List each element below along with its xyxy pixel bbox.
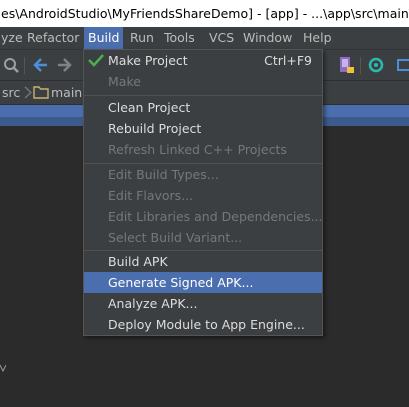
sync-gradle-icon[interactable] bbox=[367, 56, 385, 74]
menu-item-label: Edit Flavors... bbox=[108, 188, 194, 203]
menu-item-label: Make Project bbox=[108, 53, 188, 68]
window-title: es\AndroidStudio\MyFriendsShareDemo] - [… bbox=[1, 6, 409, 21]
menu-item-make-project[interactable]: Make Project Ctrl+F9 bbox=[84, 50, 322, 71]
toolbar-separator bbox=[360, 57, 361, 74]
menu-item-label: Refresh Linked C++ Projects bbox=[108, 142, 287, 157]
window-title-bar: es\AndroidStudio\MyFriendsShareDemo] - [… bbox=[0, 0, 409, 27]
editor-edge-glyph bbox=[0, 364, 6, 372]
menu-item-label: Clean Project bbox=[108, 100, 191, 115]
menu-vcs[interactable]: VCS bbox=[205, 27, 238, 49]
menu-item-deploy-app-engine[interactable]: Deploy Module to App Engine... bbox=[84, 314, 322, 335]
menu-item-label: Generate Signed APK... bbox=[108, 275, 254, 290]
breadcrumb-src[interactable]: src bbox=[2, 81, 20, 104]
chevron-right-icon bbox=[24, 86, 32, 99]
menu-item-shortcut: Ctrl+F9 bbox=[264, 53, 312, 68]
menu-run[interactable]: Run bbox=[126, 27, 158, 49]
menu-separator bbox=[84, 95, 322, 96]
menu-bar: yze Refactor Build Run Tools VCS Window … bbox=[0, 27, 409, 50]
menu-item-label: Select Build Variant... bbox=[108, 230, 243, 245]
menu-item-clean-project[interactable]: Clean Project bbox=[84, 97, 322, 118]
menu-item-analyze-apk[interactable]: Analyze APK... bbox=[84, 293, 322, 314]
toolbar-separator bbox=[24, 57, 25, 74]
forward-arrow-icon[interactable] bbox=[56, 56, 74, 74]
menu-item-make: Make bbox=[84, 71, 322, 92]
avd-manager-icon[interactable] bbox=[337, 56, 355, 74]
menu-refactor[interactable]: Refactor bbox=[23, 27, 83, 49]
menu-item-edit-build-types: Edit Build Types... bbox=[84, 164, 322, 185]
back-arrow-icon[interactable] bbox=[31, 56, 49, 74]
menu-item-edit-libraries: Edit Libraries and Dependencies... bbox=[84, 206, 323, 227]
menu-item-select-build-variant: Select Build Variant... bbox=[84, 227, 322, 248]
breadcrumb-main[interactable]: main bbox=[51, 81, 82, 104]
menu-tools[interactable]: Tools bbox=[160, 27, 199, 49]
menu-item-label: Edit Libraries and Dependencies... bbox=[108, 209, 323, 224]
menu-item-edit-flavors: Edit Flavors... bbox=[84, 185, 322, 206]
menu-item-label: Make bbox=[108, 74, 141, 89]
menu-build[interactable]: Build bbox=[84, 27, 124, 49]
hammer-check-icon bbox=[88, 54, 104, 67]
menu-item-refresh-linked-cpp: Refresh Linked C++ Projects bbox=[84, 139, 322, 160]
folder-icon bbox=[33, 86, 49, 99]
menu-item-rebuild-project[interactable]: Rebuild Project bbox=[84, 118, 322, 139]
menu-item-label: Deploy Module to App Engine... bbox=[108, 317, 305, 332]
find-usages-icon[interactable] bbox=[2, 56, 20, 74]
menu-item-build-apk[interactable]: Build APK bbox=[84, 251, 322, 272]
menu-item-label: Build APK bbox=[108, 254, 168, 269]
menu-item-label: Edit Build Types... bbox=[108, 167, 219, 182]
device-monitor-icon[interactable] bbox=[396, 56, 409, 74]
menu-help[interactable]: Help bbox=[299, 27, 336, 49]
build-menu-dropdown: Make Project Ctrl+F9 Make Clean Project … bbox=[83, 49, 323, 336]
menu-item-label: Rebuild Project bbox=[108, 121, 202, 136]
menu-item-generate-signed-apk[interactable]: Generate Signed APK... bbox=[84, 272, 322, 293]
menu-item-label: Analyze APK... bbox=[108, 296, 198, 311]
menu-window[interactable]: Window bbox=[239, 27, 296, 49]
